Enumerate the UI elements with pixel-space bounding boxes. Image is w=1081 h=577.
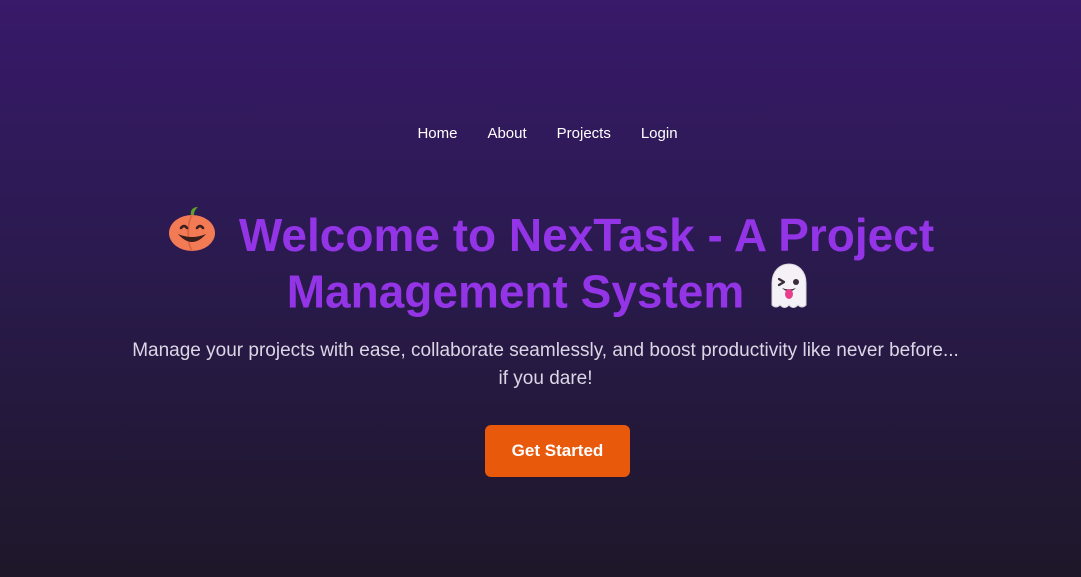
nav-link-about[interactable]: About [487,125,526,143]
main-nav: Home About Projects Login [0,125,1081,143]
hero-title-text: Welcome to NexTask - A Project Managemen… [238,209,935,318]
nav-link-login[interactable]: Login [641,125,678,143]
pumpkin-icon [167,206,217,261]
nav-link-projects[interactable]: Projects [557,125,611,143]
ghost-icon [764,261,814,320]
get-started-button[interactable]: Get Started [485,425,630,477]
hero-subtitle: Manage your projects with ease, collabor… [132,340,959,389]
hero-title: Welcome to NexTask - A Project Managemen… [0,207,1081,325]
nav-link-home[interactable]: Home [417,125,457,143]
